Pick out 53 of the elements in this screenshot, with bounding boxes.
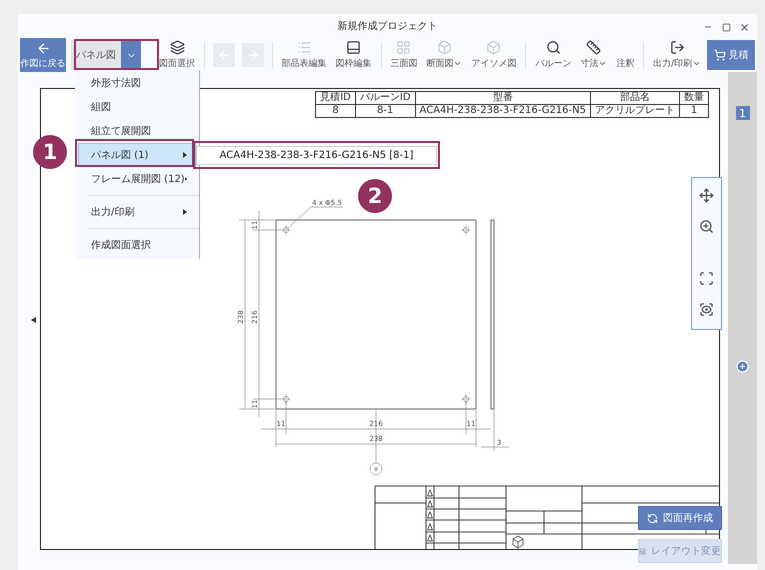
submenu-item[interactable]: ACA4H-238-238-3-F216-G216-N5 [8-1] [196,146,437,165]
table-header: 見積ID [316,92,356,104]
menu-item[interactable]: フレーム展開図 (12) [78,167,196,191]
maximize-icon [722,22,730,32]
table-header: 型番 [415,92,590,104]
table-header: 数量 [680,92,708,104]
zoom-in-button[interactable] [699,219,714,234]
table-cell: 8-1 [355,104,416,118]
add-icon [736,360,749,373]
view-icon [699,302,714,317]
window-title: 新規作成プロジェクト [338,20,438,33]
table-cell: アクリルプレート [590,104,680,118]
toolbar-button[interactable]: バルーン [532,38,574,72]
toolbar-button[interactable]: 図枠編集 [332,38,375,72]
toolbar-button[interactable]: 注釈 [613,38,638,72]
move-icon [699,188,714,203]
caret-icon [598,59,608,68]
caret-icon [692,59,702,68]
back-to-drawing-button[interactable]: 作図に戻る [20,38,66,72]
toolbar-button[interactable]: 寸法 [577,38,610,72]
add-page-button[interactable] [736,360,749,373]
table-header: バルーンID [355,92,416,104]
cart-icon [714,49,726,61]
submenu-arrow-icon [184,176,187,182]
menu-item[interactable]: 組図 [78,95,196,119]
fit-view-icon [699,271,714,286]
submenu-arrow-icon [183,209,187,215]
marker-icon [31,317,36,323]
leader-line [286,206,344,230]
toolbar-button[interactable]: 図面選択 [156,38,198,72]
table-header: 部品名 [590,92,680,104]
table-cell: 8 [316,104,356,118]
zoom-in-icon [699,219,714,234]
page-tab[interactable]: 1 [736,106,750,120]
layout-icon [639,546,646,556]
menu-item[interactable]: 出力/印刷 [78,200,196,224]
toolbar-button[interactable]: 出力/印刷 [650,38,704,72]
table-cell: 1 [680,104,708,118]
move-button[interactable] [699,188,714,203]
table-cell: ACA4H-238-238-3-F216-G216-N5 [415,104,590,118]
view-button[interactable] [699,302,714,317]
frame-icon [346,40,362,55]
close-icon [738,22,750,32]
submenu-arrow-icon [183,152,187,158]
menu-item[interactable]: 外形寸法図 [78,71,196,95]
regenerate-button[interactable]: 図面再作成 [638,506,722,530]
fit-view-button[interactable] [699,271,714,286]
menu-item[interactable]: 組立て展開図 [78,119,196,143]
quote-button[interactable]: 見積 [707,40,756,70]
balloon-circle [370,462,382,476]
menu-item[interactable]: 作成図面選択 [78,233,196,257]
caret-icon [453,59,462,68]
refresh-icon [647,512,658,524]
